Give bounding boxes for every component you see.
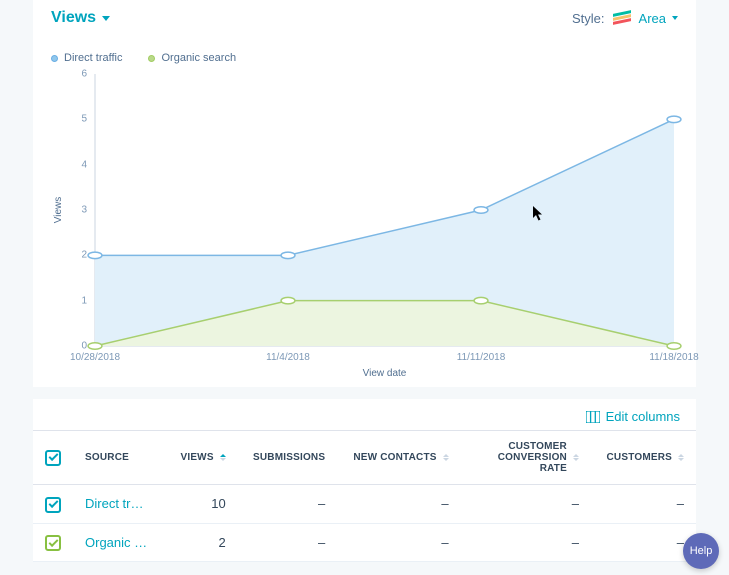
chart-style-picker: Style: Area <box>572 11 678 26</box>
cell-customers: – <box>591 523 696 562</box>
x-axis-tick: 10/28/2018 <box>70 352 120 363</box>
x-axis-tick: 11/18/2018 <box>649 352 698 363</box>
edit-columns-button[interactable]: Edit columns <box>586 409 680 424</box>
cell-views: 10 <box>166 485 238 524</box>
y-axis-tick: 0 <box>81 341 87 352</box>
cell-source[interactable]: Organic … <box>73 523 166 562</box>
cell-ccr: – <box>461 523 591 562</box>
legend-marker-icon <box>51 55 58 62</box>
y-axis-tick: 4 <box>81 159 87 170</box>
cell-ccr: – <box>461 485 591 524</box>
y-axis-title: Views <box>53 197 64 224</box>
y-axis-tick: 3 <box>81 205 87 216</box>
chart-style-dropdown[interactable]: Area <box>639 11 678 26</box>
x-axis-title: View date <box>363 368 407 379</box>
metric-dropdown[interactable]: Views <box>51 9 110 27</box>
cell-source[interactable]: Direct tr… <box>73 485 166 524</box>
column-header-ccr[interactable]: Customer Conversion Rate <box>461 431 591 485</box>
y-axis-tick: 5 <box>81 114 87 125</box>
cell-submissions: – <box>238 485 338 524</box>
chart-style-value: Area <box>639 11 666 26</box>
cell-views: 2 <box>166 523 238 562</box>
legend-item-direct[interactable]: Direct traffic <box>51 52 122 64</box>
table-row[interactable]: Organic …2–––– <box>33 523 696 562</box>
column-header-source[interactable]: Source <box>73 431 166 485</box>
column-header-customers[interactable]: Customers <box>591 431 696 485</box>
select-all-header[interactable] <box>33 431 73 485</box>
y-axis-tick: 2 <box>81 250 87 261</box>
cell-submissions: – <box>238 523 338 562</box>
cell-new-contacts: – <box>337 523 460 562</box>
row-checkbox[interactable] <box>45 497 61 513</box>
column-header-views[interactable]: Views <box>166 431 238 485</box>
y-axis-tick: 6 <box>81 69 87 80</box>
checkbox-icon <box>45 450 61 466</box>
chart-area: Views View date 012345610/28/201811/4/20… <box>51 74 678 346</box>
edit-columns-label: Edit columns <box>606 409 680 424</box>
column-header-submissions[interactable]: Submissions <box>238 431 338 485</box>
sort-icon <box>573 454 579 461</box>
metric-dropdown-label: Views <box>51 9 96 27</box>
sort-icon <box>678 454 684 461</box>
legend-marker-icon <box>148 55 155 62</box>
column-header-new-contacts[interactable]: New Contacts <box>337 431 460 485</box>
legend-item-organic[interactable]: Organic search <box>148 52 236 64</box>
legend-label: Organic search <box>161 52 236 64</box>
area-chart-icon <box>613 11 631 25</box>
y-axis-tick: 1 <box>81 295 87 306</box>
cell-new-contacts: – <box>337 485 460 524</box>
table-row[interactable]: Direct tr…10–––– <box>33 485 696 524</box>
columns-icon <box>586 411 600 423</box>
help-label: Help <box>690 545 713 557</box>
style-prefix-label: Style: <box>572 11 605 26</box>
x-axis-tick: 11/4/2018 <box>266 352 310 363</box>
legend-label: Direct traffic <box>64 52 122 64</box>
x-axis-tick: 11/11/2018 <box>457 352 506 363</box>
sort-icon <box>443 454 449 461</box>
row-checkbox[interactable] <box>45 535 61 551</box>
sources-table: Source Views Submissions New Contacts Cu… <box>33 430 696 562</box>
help-button[interactable]: Help <box>683 533 719 569</box>
chevron-down-icon <box>102 16 110 21</box>
sort-icon <box>220 454 226 461</box>
cell-customers: – <box>591 485 696 524</box>
chevron-down-icon <box>672 16 678 20</box>
chart-plot: View date 012345610/28/201811/4/201811/1… <box>95 74 674 346</box>
